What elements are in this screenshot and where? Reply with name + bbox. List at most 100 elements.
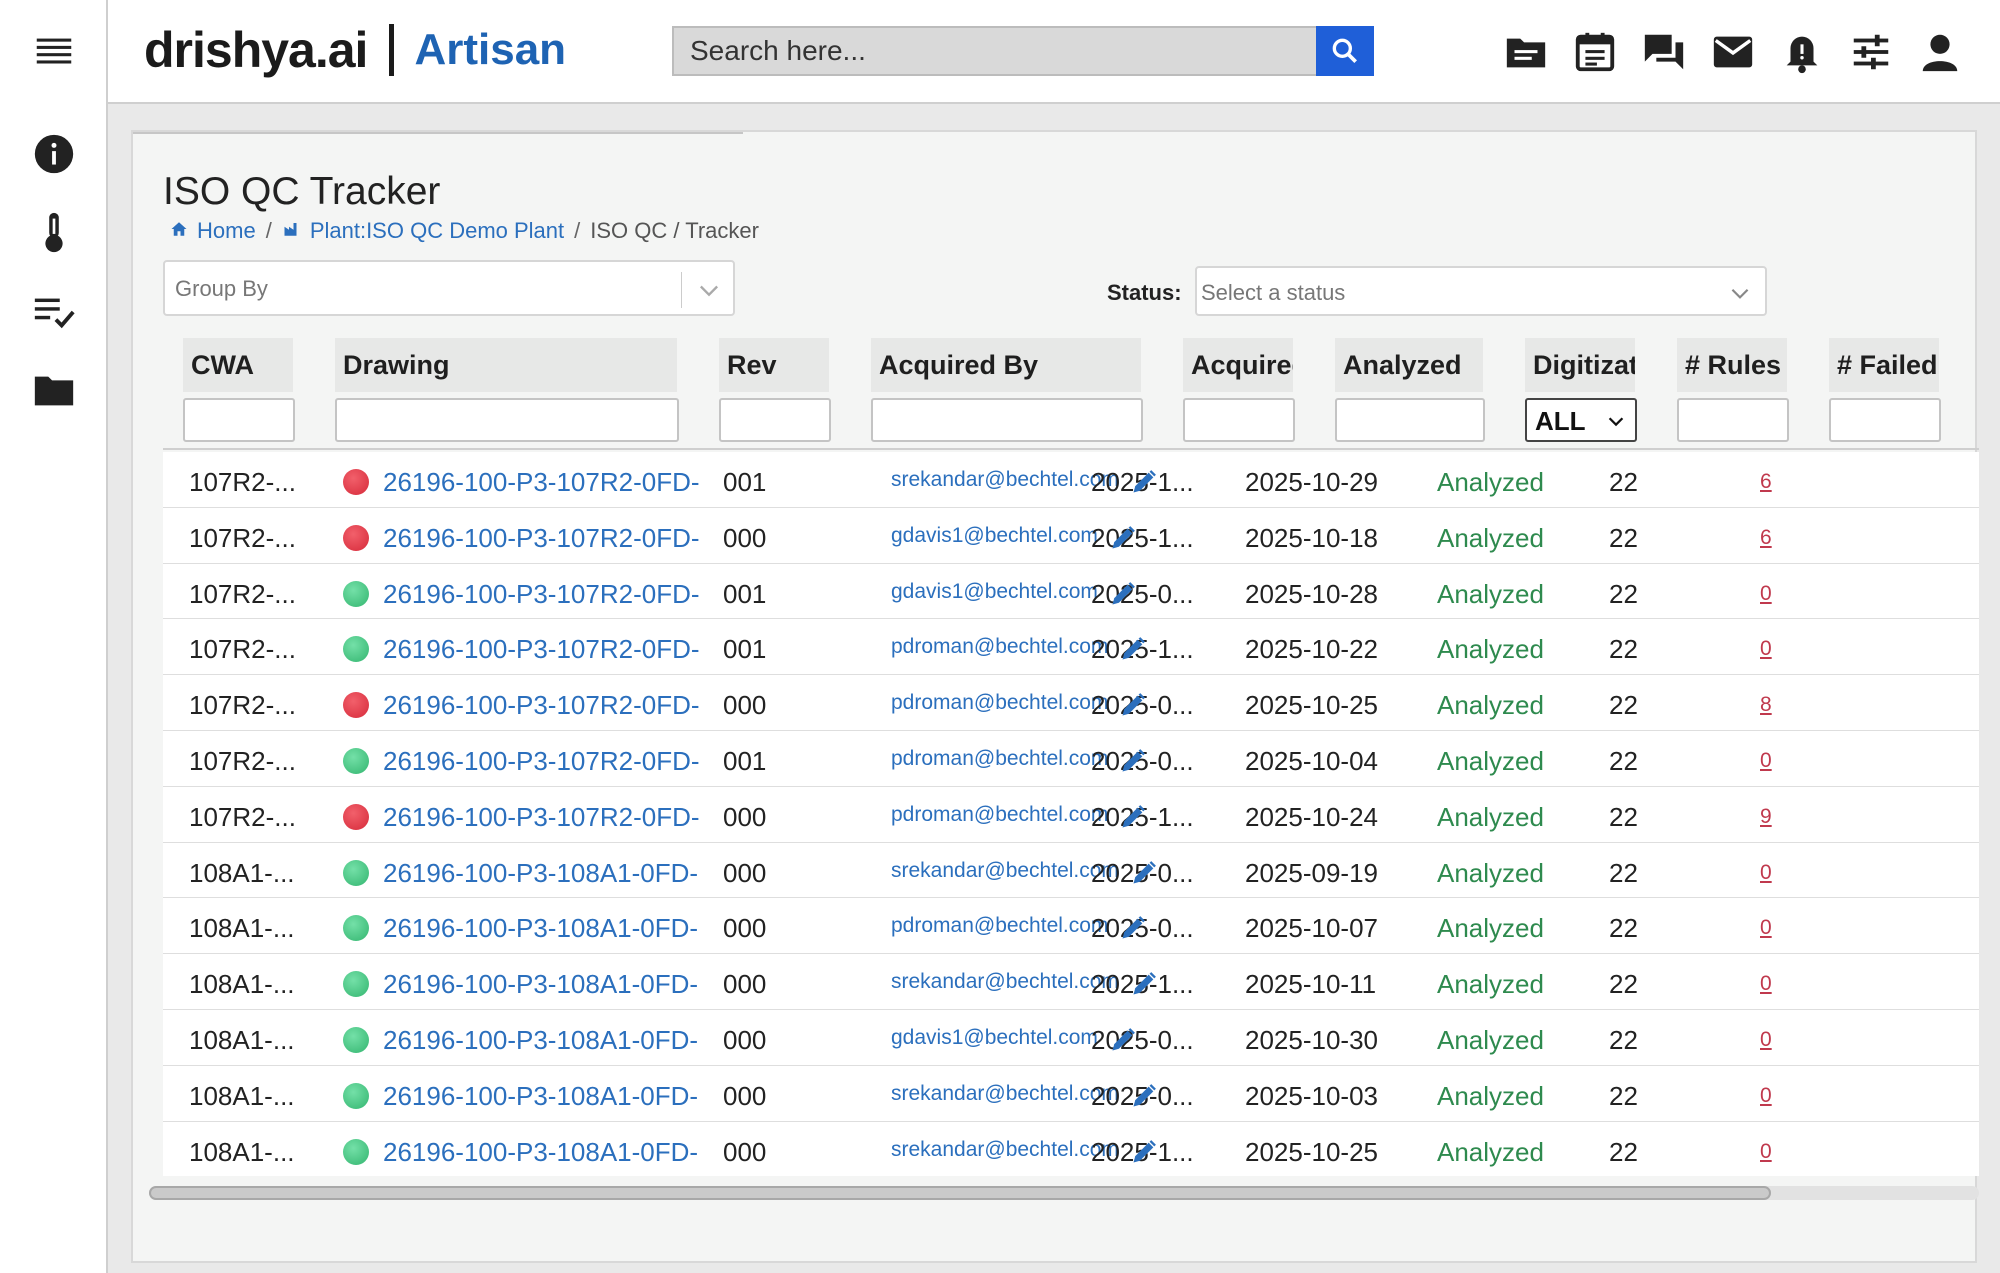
table-row[interactable]: 107R2-... 26196-100-P3-107R2-0FD- 000 pdrom…: [163, 675, 1979, 731]
cell-failed-link[interactable]: 0: [1760, 637, 1772, 661]
column-header-analyzed[interactable]: Analyzed: [1335, 338, 1483, 392]
table-row[interactable]: 108A1-... 26196-100-P3-108A1-0FD- 000 sreka…: [163, 1121, 1979, 1176]
edit-pencil-icon[interactable]: [1118, 691, 1148, 719]
edit-pencil-icon[interactable]: [1129, 970, 1159, 998]
column-header-acquired[interactable]: Acquired: [1183, 338, 1293, 392]
table-row[interactable]: 107R2-... 26196-100-P3-107R2-0FD- 000 pdrom…: [163, 786, 1979, 843]
table-row[interactable]: 107R2-... 26196-100-P3-107R2-0FD- 001 pdrom…: [163, 619, 1979, 676]
cell-drawing-link[interactable]: 26196-100-P3-107R2-0FD-: [383, 579, 700, 610]
cell-acquired-by-link[interactable]: pdroman@bechtel.com: [891, 914, 1108, 938]
cell-drawing-link[interactable]: 26196-100-P3-107R2-0FD-: [383, 690, 700, 721]
thermometer-icon[interactable]: [30, 208, 78, 256]
cell-failed-link[interactable]: 6: [1760, 470, 1772, 494]
table-row[interactable]: 108A1-... 26196-100-P3-108A1-0FD- 000 sreka…: [163, 842, 1979, 899]
mail-icon[interactable]: [1707, 26, 1759, 78]
hamburger-menu-icon[interactable]: [30, 28, 78, 76]
table-row[interactable]: 108A1-... 26196-100-P3-108A1-0FD- 000 sreka…: [163, 954, 1979, 1010]
column-header-cwa[interactable]: CWA: [183, 338, 293, 392]
checklist-icon[interactable]: [30, 288, 78, 336]
cell-failed-link[interactable]: 0: [1760, 1084, 1772, 1108]
filter-analyzed-input[interactable]: [1335, 398, 1485, 442]
calendar-icon[interactable]: [1569, 26, 1621, 78]
cell-acquired-by-link[interactable]: pdroman@bechtel.com: [891, 635, 1108, 659]
filter-cwa-input[interactable]: [183, 398, 295, 442]
column-header-drawing[interactable]: Drawing: [335, 338, 677, 392]
cell-failed-link[interactable]: 0: [1760, 972, 1772, 996]
cell-failed-link[interactable]: 0: [1760, 916, 1772, 940]
edit-pencil-icon[interactable]: [1118, 747, 1148, 775]
sliders-icon[interactable]: [1845, 26, 1897, 78]
cell-acquired-by-link[interactable]: srekandar@bechtel.com: [891, 468, 1119, 492]
table-row[interactable]: 107R2-... 26196-100-P3-107R2-0FD- 001 gdavi…: [163, 563, 1979, 620]
status-select[interactable]: Select a status: [1195, 266, 1767, 316]
cell-drawing-link[interactable]: 26196-100-P3-107R2-0FD-: [383, 523, 700, 554]
column-header-rules[interactable]: # Rules: [1677, 338, 1787, 392]
table-row[interactable]: 108A1-... 26196-100-P3-108A1-0FD- 000 pdrom…: [163, 898, 1979, 955]
filter-rev-input[interactable]: [719, 398, 831, 442]
cell-acquired-by-link[interactable]: srekandar@bechtel.com: [891, 859, 1119, 883]
cell-drawing-link[interactable]: 26196-100-P3-108A1-0FD-: [383, 969, 698, 1000]
edit-pencil-icon[interactable]: [1129, 859, 1159, 887]
cell-drawing-link[interactable]: 26196-100-P3-107R2-0FD-: [383, 467, 700, 498]
filter-acquired-input[interactable]: [1183, 398, 1295, 442]
column-header-digitization[interactable]: Digitization: [1525, 338, 1635, 392]
table-row[interactable]: 107R2-... 26196-100-P3-107R2-0FD- 001 pdrom…: [163, 730, 1979, 787]
cell-failed-link[interactable]: 0: [1760, 749, 1772, 773]
cell-failed-link[interactable]: 6: [1760, 526, 1772, 550]
cell-failed-link[interactable]: 8: [1760, 693, 1772, 717]
cell-failed-link[interactable]: 0: [1760, 861, 1772, 885]
cell-failed-link[interactable]: 0: [1760, 1140, 1772, 1164]
edit-pencil-icon[interactable]: [1129, 1138, 1159, 1166]
cell-failed-link[interactable]: 9: [1760, 805, 1772, 829]
chat-icon[interactable]: [1638, 26, 1690, 78]
filter-rules-input[interactable]: [1677, 398, 1789, 442]
horizontal-scrollbar-thumb[interactable]: [149, 1186, 1771, 1200]
edit-pencil-icon[interactable]: [1129, 468, 1159, 496]
cell-drawing-link[interactable]: 26196-100-P3-108A1-0FD-: [383, 858, 698, 889]
cell-acquired-by-link[interactable]: gdavis1@bechtel.com: [891, 524, 1098, 548]
cell-drawing-link[interactable]: 26196-100-P3-107R2-0FD-: [383, 802, 700, 833]
cell-acquired-by-link[interactable]: gdavis1@bechtel.com: [891, 1026, 1098, 1050]
table-row[interactable]: 108A1-... 26196-100-P3-108A1-0FD- 000 gdavi…: [163, 1009, 1979, 1066]
cell-drawing-link[interactable]: 26196-100-P3-108A1-0FD-: [383, 1081, 698, 1112]
cell-acquired-by-link[interactable]: pdroman@bechtel.com: [891, 691, 1108, 715]
cell-acquired-by-link[interactable]: pdroman@bechtel.com: [891, 747, 1108, 771]
edit-pencil-icon[interactable]: [1118, 803, 1148, 831]
user-icon[interactable]: [1914, 26, 1966, 78]
column-header-rev[interactable]: Rev: [719, 338, 829, 392]
brand-logo[interactable]: drishya.ai Artisan: [144, 18, 566, 82]
table-row[interactable]: 108A1-... 26196-100-P3-108A1-0FD- 000 sreka…: [163, 1065, 1979, 1122]
column-header-acquired-by[interactable]: Acquired By: [871, 338, 1141, 392]
table-row[interactable]: 107R2-... 26196-100-P3-107R2-0FD- 000 gdavi…: [163, 507, 1979, 564]
filter-acquired-by-input[interactable]: [871, 398, 1143, 442]
bell-icon[interactable]: [1776, 26, 1828, 78]
cell-drawing-link[interactable]: 26196-100-P3-107R2-0FD-: [383, 634, 700, 665]
cell-failed-link[interactable]: 0: [1760, 1028, 1772, 1052]
edit-pencil-icon[interactable]: [1118, 914, 1148, 942]
breadcrumb-home[interactable]: Home: [169, 218, 256, 244]
cell-failed-link[interactable]: 0: [1760, 582, 1772, 606]
filter-digitization-select[interactable]: ALL: [1525, 398, 1637, 442]
edit-pencil-icon[interactable]: [1118, 635, 1148, 663]
cell-drawing-link[interactable]: 26196-100-P3-108A1-0FD-: [383, 913, 698, 944]
search-button[interactable]: [1316, 26, 1374, 76]
cell-drawing-link[interactable]: 26196-100-P3-107R2-0FD-: [383, 746, 700, 777]
table-row[interactable]: 107R2-... 26196-100-P3-107R2-0FD- 001 sreka…: [163, 452, 1979, 508]
folder-icon[interactable]: [30, 366, 78, 414]
cell-acquired-by-link[interactable]: gdavis1@bechtel.com: [891, 580, 1098, 604]
cell-acquired-by-link[interactable]: srekandar@bechtel.com: [891, 1082, 1119, 1106]
cell-acquired-by-link[interactable]: srekandar@bechtel.com: [891, 1138, 1119, 1162]
cell-drawing-link[interactable]: 26196-100-P3-108A1-0FD-: [383, 1137, 698, 1168]
edit-pencil-icon[interactable]: [1108, 1026, 1138, 1054]
cell-acquired-by-link[interactable]: srekandar@bechtel.com: [891, 970, 1119, 994]
breadcrumb-plant[interactable]: Plant:ISO QC Demo Plant: [282, 218, 564, 244]
edit-pencil-icon[interactable]: [1108, 580, 1138, 608]
info-icon[interactable]: [30, 130, 78, 178]
folder-shared-icon[interactable]: [1500, 26, 1552, 78]
edit-pencil-icon[interactable]: [1108, 524, 1138, 552]
column-header-failed[interactable]: # Failed: [1829, 338, 1939, 392]
cell-drawing-link[interactable]: 26196-100-P3-108A1-0FD-: [383, 1025, 698, 1056]
search-input[interactable]: [672, 26, 1316, 76]
filter-drawing-input[interactable]: [335, 398, 679, 442]
filter-failed-input[interactable]: [1829, 398, 1941, 442]
